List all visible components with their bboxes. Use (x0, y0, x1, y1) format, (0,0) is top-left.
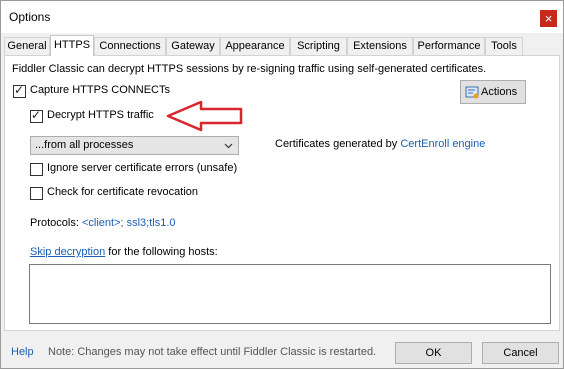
ok-button[interactable]: OK (395, 342, 472, 364)
process-filter-dropdown[interactable]: ...from all processes (30, 136, 239, 155)
actions-label: Actions (481, 86, 518, 98)
tab-general[interactable]: General (4, 37, 50, 55)
skip-decryption-link[interactable]: Skip decryption (30, 246, 105, 258)
tab-https[interactable]: HTTPS (50, 35, 94, 56)
cancel-button[interactable]: Cancel (482, 342, 559, 364)
annotation-arrow-icon (166, 100, 243, 132)
tab-performance[interactable]: Performance (413, 37, 485, 55)
cert-generator-info: Certificates generated by CertEnroll eng… (275, 138, 485, 150)
close-button[interactable]: × (540, 10, 557, 27)
tab-scripting[interactable]: Scripting (290, 37, 347, 55)
certificate-icon (465, 86, 479, 99)
skip-hosts-textarea[interactable] (29, 264, 551, 324)
cert-engine-link[interactable]: CertEnroll engine (400, 138, 485, 150)
decrypt-https-checkbox[interactable] (30, 108, 43, 123)
restart-note: Note: Changes may not take effect until … (48, 346, 377, 358)
protocols-label: Protocols: (30, 217, 82, 229)
tab-gateway[interactable]: Gateway (166, 37, 220, 55)
tab-extensions[interactable]: Extensions (347, 37, 413, 55)
close-icon: × (544, 11, 553, 26)
tab-tools[interactable]: Tools (485, 37, 523, 55)
tab-connections[interactable]: Connections (94, 37, 166, 55)
capture-connects-label: Capture HTTPS CONNECTs (30, 84, 170, 96)
https-panel: Fiddler Classic can decrypt HTTPS sessio… (4, 55, 560, 331)
capture-connects-checkbox[interactable] (13, 83, 26, 98)
protocols-link[interactable]: <client>; ssl3;tls1.0 (82, 217, 176, 229)
process-filter-value: ...from all processes (35, 139, 134, 151)
https-description: Fiddler Classic can decrypt HTTPS sessio… (12, 63, 487, 75)
chevron-down-icon (224, 143, 233, 149)
protocols-line: Protocols: <client>; ssl3;tls1.0 (30, 217, 176, 229)
ignore-cert-errors-checkbox[interactable] (30, 163, 43, 176)
decrypt-https-label: Decrypt HTTPS traffic (47, 109, 154, 121)
cert-generator-prefix: Certificates generated by (275, 138, 401, 150)
help-link[interactable]: Help (11, 346, 34, 358)
tab-appearance[interactable]: Appearance (220, 37, 290, 55)
window-title: Options (9, 10, 51, 24)
cert-revocation-label: Check for certificate revocation (47, 186, 199, 198)
actions-button[interactable]: Actions (460, 80, 526, 104)
skip-decryption-line: Skip decryption for the following hosts: (30, 246, 218, 258)
options-dialog: Options × General HTTPS Connections Gate… (0, 0, 564, 369)
cert-revocation-checkbox[interactable] (30, 187, 43, 200)
title-bar: Options × (1, 1, 563, 33)
ignore-cert-errors-label: Ignore server certificate errors (unsafe… (47, 162, 238, 174)
skip-decryption-suffix: for the following hosts: (105, 246, 218, 258)
